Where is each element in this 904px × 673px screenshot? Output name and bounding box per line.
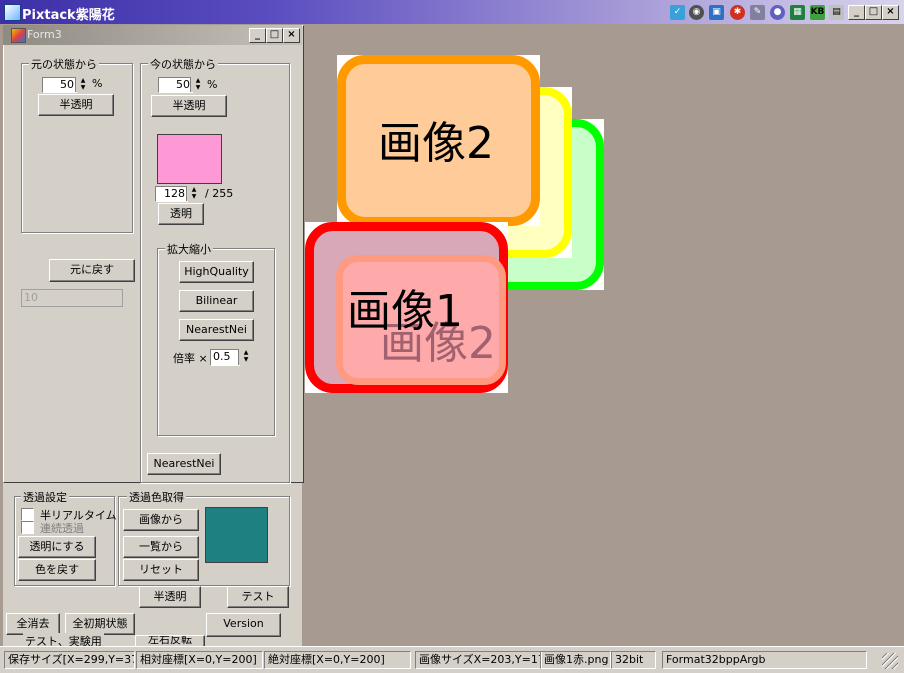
tray-sheet-icon[interactable]: ▦	[790, 5, 805, 20]
transparent-color-swatch	[205, 507, 268, 563]
main-title-bar[interactable]: Pixtack紫陽花 ✓ ◉ ▣ ✱ ✎ ● ▦ KB ▤ _ □ ×	[0, 0, 904, 24]
current-state-group-label: 今の状態から	[148, 56, 218, 72]
clear-all-button[interactable]: 全消去	[6, 613, 60, 635]
app-title: Pixtack紫陽花	[22, 8, 115, 23]
tray-kb-icon[interactable]: KB	[810, 5, 825, 20]
alpha-max-label: / 255	[205, 187, 234, 200]
form3-title: Form3	[27, 28, 62, 41]
mode-button[interactable]: NearestNei	[147, 453, 221, 475]
current-color-swatch[interactable]	[157, 134, 222, 184]
transparent-button[interactable]: 透明	[158, 203, 204, 225]
version-button[interactable]: Version	[206, 613, 281, 637]
make-transparent-button[interactable]: 透明にする	[18, 536, 96, 558]
alpha-value-field[interactable]: 128	[155, 186, 188, 202]
original-state-group-label: 元の状態から	[29, 56, 99, 72]
alpha-spinner[interactable]: ▲ ▼	[186, 186, 201, 201]
continuous-checkbox[interactable]	[21, 521, 34, 534]
disabled-number-field: 10	[21, 289, 123, 307]
tray-bug-icon[interactable]: ✱	[730, 5, 745, 20]
image2-label: 画像2	[378, 118, 494, 169]
highquality-button[interactable]: HighQuality	[179, 261, 254, 283]
lower-test-button[interactable]: テスト	[227, 586, 289, 608]
ratio-spinner[interactable]: ▲ ▼	[238, 349, 253, 365]
status-image-size: 画像サイズX=203,Y=171	[415, 651, 542, 669]
color-pick-group-label: 透過色取得	[127, 489, 186, 505]
minimize-button[interactable]: _	[848, 5, 865, 20]
original-opacity-spinner[interactable]: ▲ ▼	[75, 77, 90, 92]
maximize-button[interactable]: □	[865, 5, 882, 20]
form3-close-button[interactable]: ×	[283, 28, 300, 43]
initial-state-button[interactable]: 全初期状態	[65, 613, 135, 635]
lower-semi-button[interactable]: 半透明	[139, 586, 201, 608]
reset-button[interactable]: リセット	[123, 559, 199, 581]
tray-monitor-icon[interactable]: ▣	[709, 5, 724, 20]
status-absolute-coords: 絶対座標[X=0,Y=200]	[264, 651, 411, 669]
form3-minimize-button[interactable]: _	[249, 28, 266, 43]
current-opacity-field[interactable]: 50	[158, 77, 193, 93]
current-semi-button[interactable]: 半透明	[151, 95, 227, 117]
image1-label: 画像1	[347, 286, 463, 337]
from-image-button[interactable]: 画像から	[123, 509, 199, 531]
original-percent-label: %	[92, 77, 103, 90]
from-list-button[interactable]: 一覧から	[123, 536, 199, 558]
status-bar: 保存サイズ[X=299,Y=371] 相対座標[X=0,Y=200] 絶対座標[…	[0, 646, 904, 673]
current-percent-label: %	[207, 78, 218, 91]
restore-original-button[interactable]: 元に戻す	[49, 259, 135, 282]
tray-disc-icon[interactable]: ◉	[689, 5, 704, 20]
continuous-label: 連続透過	[40, 522, 84, 535]
transparency-group-label: 透過設定	[21, 489, 69, 505]
status-relative-coords: 相対座標[X=0,Y=200]	[136, 651, 263, 669]
tray-camera-icon[interactable]: ▤	[829, 5, 844, 20]
tray-mail-icon[interactable]: ✓	[670, 5, 685, 20]
scale-group-label: 拡大縮小	[165, 241, 213, 257]
nearestneighbor-button[interactable]: NearestNei	[179, 319, 254, 341]
form3-icon	[11, 28, 26, 43]
tray-pen-icon[interactable]: ✎	[750, 5, 765, 20]
lower-panel: 透過設定 半リアルタイム 連続透過 透明にする 色を戻す 透過色取得 画像から …	[3, 483, 302, 649]
status-save-size: 保存サイズ[X=299,Y=371]	[4, 651, 135, 669]
ratio-field[interactable]: 0.5	[210, 349, 240, 366]
app-icon	[4, 4, 21, 21]
ratio-label: 倍率 ×	[173, 352, 208, 365]
status-filename: 画像1赤.png	[540, 651, 611, 669]
tray-globe-icon[interactable]: ●	[770, 5, 785, 20]
form3-maximize-button[interactable]: □	[266, 28, 283, 43]
current-opacity-spinner[interactable]: ▲ ▼	[190, 77, 205, 92]
restore-color-button[interactable]: 色を戻す	[18, 559, 96, 581]
bilinear-button[interactable]: Bilinear	[179, 290, 254, 312]
close-button[interactable]: ×	[882, 5, 899, 20]
form3-title-bar[interactable]: Form3 _ □ ×	[3, 25, 302, 45]
resize-grip[interactable]	[882, 653, 898, 669]
status-format: Format32bppArgb	[662, 651, 867, 669]
realtime-checkbox[interactable]	[21, 508, 34, 521]
original-semi-button[interactable]: 半透明	[38, 94, 114, 116]
status-bitdepth: 32bit	[611, 651, 656, 669]
original-opacity-field[interactable]: 50	[42, 77, 77, 93]
